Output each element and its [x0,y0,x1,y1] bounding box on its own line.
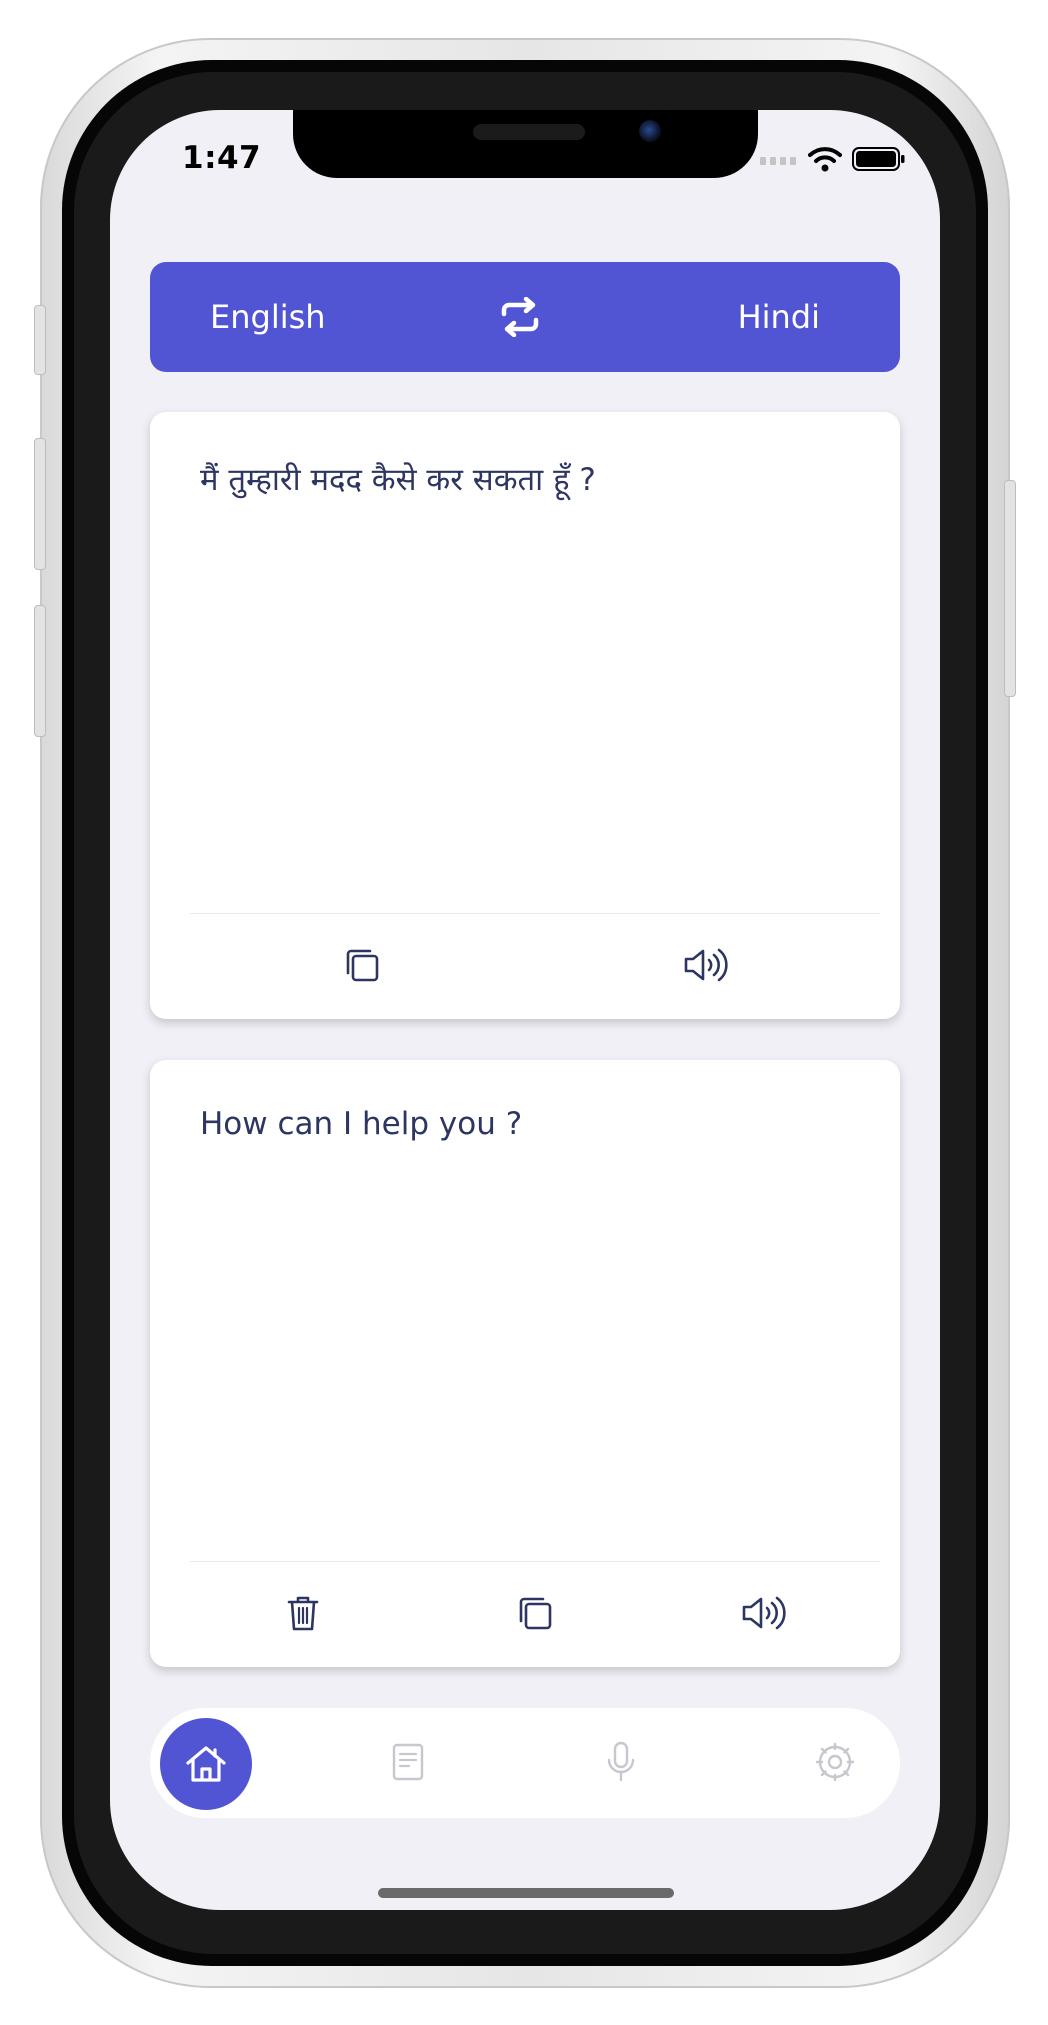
source-language[interactable]: English [210,262,326,372]
screen: 1:47 English Hindi मैं तुम्हारी मदद कैसे… [110,110,940,1910]
translated-text: How can I help you ? [200,1106,523,1142]
volume-down-button [34,605,46,737]
swap-icon[interactable] [498,296,542,338]
copy-icon[interactable] [337,940,387,990]
earpiece [473,124,585,140]
silent-switch [34,305,46,375]
wifi-icon [808,147,842,172]
notch [293,110,758,178]
document-icon[interactable] [382,1736,434,1788]
speaker-icon[interactable] [740,1588,790,1638]
power-button [1004,480,1016,697]
speaker-icon[interactable] [682,940,732,990]
target-text-card: How can I help you ? [150,1060,900,1667]
source-text-card: मैं तुम्हारी मदद कैसे कर सकता हूँ ? [150,412,900,1019]
status-time: 1:47 [182,140,262,176]
microphone-icon[interactable] [595,1736,647,1788]
target-language[interactable]: Hindi [738,262,820,372]
settings-icon[interactable] [809,1736,861,1788]
status-icons [760,146,906,172]
language-selector-bar: English Hindi [150,262,900,372]
front-camera [639,120,661,142]
trash-icon[interactable] [278,1588,328,1638]
bottom-navigation [150,1708,900,1818]
home-indicator[interactable] [378,1888,674,1898]
copy-icon[interactable] [510,1588,560,1638]
home-icon[interactable] [160,1718,252,1810]
signal-icon [760,157,796,165]
source-text[interactable]: मैं तुम्हारी मदद कैसे कर सकता हूँ ? [200,458,596,500]
volume-up-button [34,438,46,570]
card-divider [190,1561,880,1562]
battery-icon [852,147,905,171]
card-divider [190,913,880,914]
